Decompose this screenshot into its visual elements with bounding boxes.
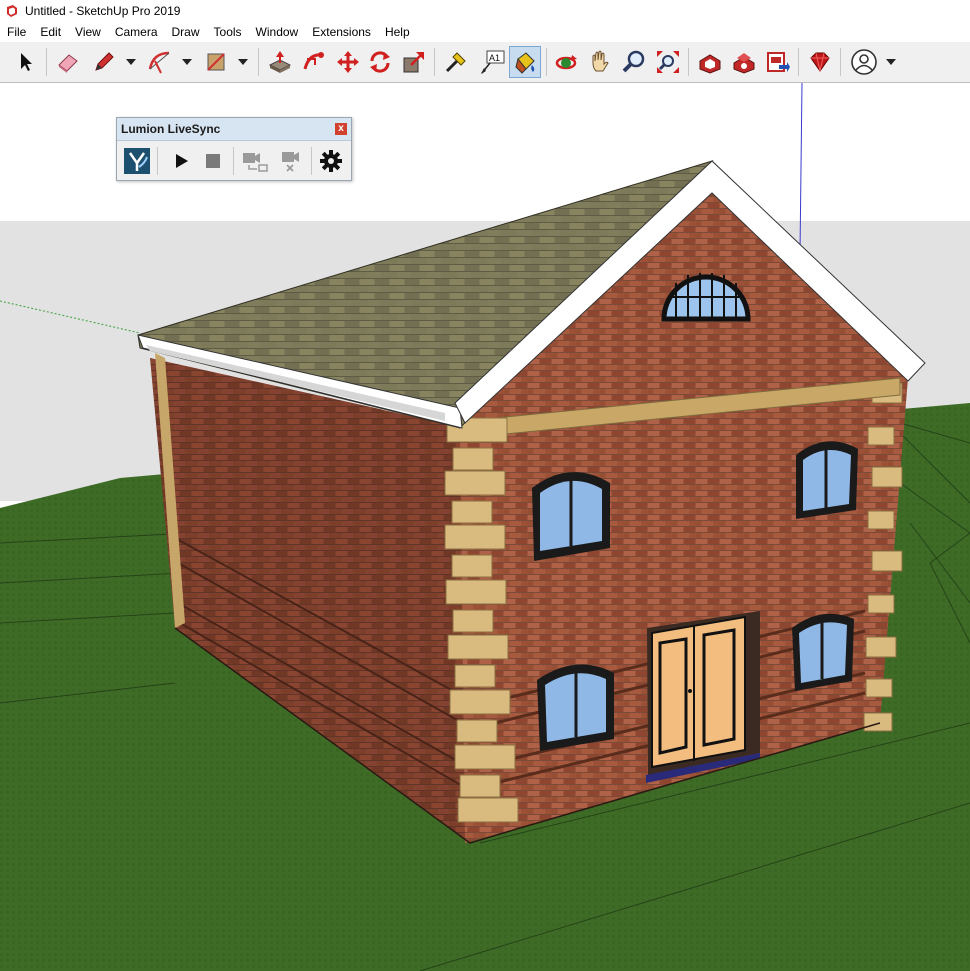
tape-measure-tool-button[interactable] bbox=[440, 46, 472, 78]
menu-edit[interactable]: Edit bbox=[33, 22, 68, 42]
lower-left-window bbox=[537, 664, 614, 751]
pencil-tool-button[interactable] bbox=[88, 46, 120, 78]
account-icon bbox=[851, 49, 877, 75]
text-tool-button[interactable]: A1 bbox=[476, 46, 508, 78]
main-toolbar: A1 bbox=[0, 42, 970, 83]
toolbar-separator bbox=[840, 48, 841, 76]
send-to-layout-button[interactable] bbox=[762, 46, 794, 78]
window-title: Untitled - SketchUp Pro 2019 bbox=[25, 4, 181, 18]
upper-left-window bbox=[532, 472, 610, 561]
paint-bucket-tool-button[interactable] bbox=[509, 46, 541, 78]
rectangle-icon bbox=[207, 53, 225, 71]
upper-right-window bbox=[796, 441, 858, 519]
front-door bbox=[646, 611, 760, 783]
zoom-extents-icon bbox=[657, 51, 679, 73]
follow-me-icon bbox=[303, 52, 324, 70]
zoom-tool-button[interactable] bbox=[618, 46, 650, 78]
toolbar-separator bbox=[258, 48, 259, 76]
house-model-scene[interactable] bbox=[0, 83, 970, 971]
sync-camera-icon bbox=[243, 153, 268, 172]
menu-tools[interactable]: Tools bbox=[207, 22, 249, 42]
scale-icon bbox=[403, 52, 424, 73]
text-icon: A1 bbox=[481, 50, 505, 74]
sketchup-logo-icon bbox=[7, 5, 17, 17]
follow-me-tool-button[interactable] bbox=[298, 46, 330, 78]
settings-icon bbox=[320, 150, 342, 172]
livesync-stop-button[interactable] bbox=[197, 145, 229, 177]
pan-icon bbox=[592, 50, 609, 72]
toolbar-separator bbox=[688, 48, 689, 76]
tape-measure-icon bbox=[445, 52, 466, 73]
model-viewport[interactable] bbox=[0, 83, 970, 971]
stop-camera-sync-button[interactable] bbox=[275, 145, 307, 177]
account-button[interactable] bbox=[848, 46, 880, 78]
stop-icon bbox=[206, 154, 220, 168]
select-tool-button[interactable] bbox=[10, 46, 42, 78]
menu-draw[interactable]: Draw bbox=[165, 22, 207, 42]
select-icon bbox=[21, 53, 32, 71]
lumion-livesync-panel: Lumion LiveSync x bbox=[116, 117, 352, 181]
ruby-icon bbox=[810, 52, 830, 72]
eraser-icon bbox=[58, 54, 78, 73]
stop-camera-sync-icon bbox=[282, 152, 299, 172]
zoom-extents-tool-button[interactable] bbox=[652, 46, 684, 78]
toolbar-separator bbox=[46, 48, 47, 76]
warehouse-button[interactable] bbox=[694, 46, 726, 78]
pencil-icon bbox=[95, 52, 114, 71]
zoom-icon bbox=[622, 50, 645, 73]
extension-warehouse-icon bbox=[733, 53, 755, 74]
toolbar-separator bbox=[798, 48, 799, 76]
rotate-icon bbox=[370, 51, 390, 73]
livesync-panel-body bbox=[117, 141, 351, 181]
eraser-tool-button[interactable] bbox=[52, 46, 84, 78]
pan-tool-button[interactable] bbox=[584, 46, 616, 78]
menu-camera[interactable]: Camera bbox=[108, 22, 165, 42]
paint-bucket-icon bbox=[515, 52, 535, 74]
menu-help[interactable]: Help bbox=[378, 22, 417, 42]
svg-text:A1: A1 bbox=[489, 53, 500, 63]
push-pull-tool-button[interactable] bbox=[264, 46, 296, 78]
toolbar-separator bbox=[546, 48, 547, 76]
rectangle-tool-button[interactable] bbox=[200, 46, 232, 78]
menu-file[interactable]: File bbox=[0, 22, 33, 42]
move-icon bbox=[337, 51, 359, 73]
arc-icon bbox=[148, 51, 170, 74]
send-to-layout-icon bbox=[767, 52, 790, 72]
arc-dropdown-caret[interactable] bbox=[180, 55, 194, 69]
rectangle-dropdown-caret[interactable] bbox=[236, 55, 250, 69]
menu-view[interactable]: View bbox=[68, 22, 108, 42]
warehouse-icon bbox=[699, 54, 721, 74]
rotate-tool-button[interactable] bbox=[364, 46, 396, 78]
account-dropdown-caret[interactable] bbox=[884, 55, 898, 69]
menu-window[interactable]: Window bbox=[249, 22, 306, 42]
orbit-tool-button[interactable] bbox=[550, 46, 582, 78]
panel-separator bbox=[311, 147, 312, 175]
menu-bar: File Edit View Camera Draw Tools Window … bbox=[0, 22, 970, 42]
push-pull-icon bbox=[268, 51, 292, 73]
lumion-logo-icon bbox=[124, 148, 150, 174]
ruby-console-button[interactable] bbox=[804, 46, 836, 78]
lower-right-window bbox=[792, 613, 854, 691]
panel-separator bbox=[233, 147, 234, 175]
livesync-settings-button[interactable] bbox=[315, 145, 347, 177]
play-icon bbox=[176, 154, 188, 168]
livesync-close-button[interactable]: x bbox=[335, 123, 347, 135]
livesync-panel-title: Lumion LiveSync bbox=[121, 122, 221, 136]
toolbar-separator bbox=[434, 48, 435, 76]
livesync-panel-header[interactable]: Lumion LiveSync x bbox=[117, 118, 351, 141]
panel-separator bbox=[157, 147, 158, 175]
menu-extensions[interactable]: Extensions bbox=[305, 22, 378, 42]
pencil-dropdown-caret[interactable] bbox=[124, 55, 138, 69]
title-bar: Untitled - SketchUp Pro 2019 bbox=[0, 0, 970, 22]
extension-warehouse-button[interactable] bbox=[728, 46, 760, 78]
lumion-button[interactable] bbox=[121, 145, 153, 177]
sync-camera-button[interactable] bbox=[239, 145, 271, 177]
move-tool-button[interactable] bbox=[332, 46, 364, 78]
orbit-icon bbox=[555, 55, 577, 70]
livesync-play-button[interactable] bbox=[165, 145, 197, 177]
arc-tool-button[interactable] bbox=[144, 46, 176, 78]
scale-tool-button[interactable] bbox=[398, 46, 430, 78]
